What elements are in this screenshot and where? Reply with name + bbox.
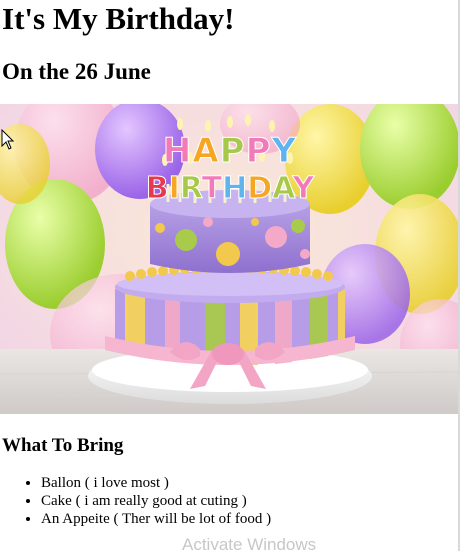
candle-text-happy: HAPPY <box>163 131 297 171</box>
page-title: It's My Birthday! <box>2 1 235 36</box>
list-item: Cake ( i am really good at cuting ) <box>41 492 271 510</box>
section-heading: What To Bring <box>2 435 124 456</box>
list-item: An Appeite ( Ther will be lot of food ) <box>41 510 271 528</box>
birthday-cake-image: HAPPY BIRTHDAY <box>0 104 458 414</box>
mouse-cursor-icon <box>1 129 15 150</box>
bring-list: Ballon ( i love most ) Cake ( i am reall… <box>0 474 271 528</box>
candle-text-birthday: BIRTHDAY <box>146 171 316 206</box>
list-item: Ballon ( i love most ) <box>41 474 271 492</box>
page: It's My Birthday! On the 26 June HAPPY B… <box>0 0 460 551</box>
activate-windows-watermark: Activate Windows <box>182 535 317 551</box>
page-subtitle: On the 26 June <box>2 59 151 84</box>
